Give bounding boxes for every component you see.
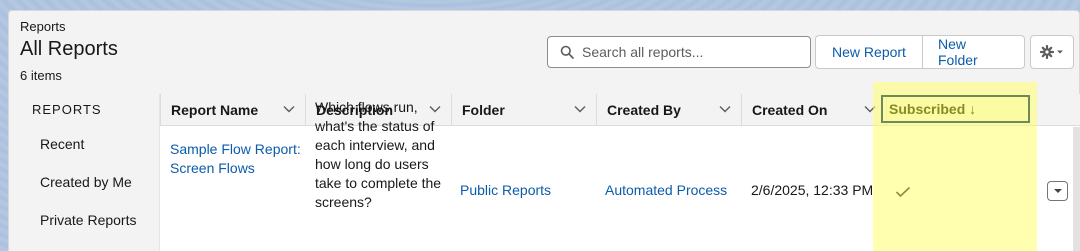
report-name-link-line-1[interactable]: Sample Flow Report: xyxy=(170,140,301,159)
description-cell: Which flows run, what's the status of ea… xyxy=(315,98,455,212)
chevron-down-icon xyxy=(1053,189,1062,193)
new-folder-button[interactable]: New Folder xyxy=(922,36,1024,68)
table-scrollbar[interactable] xyxy=(1073,127,1080,251)
column-header-label: Created By xyxy=(607,102,681,118)
column-header-report-name[interactable]: Report Name xyxy=(160,94,305,126)
sidebar-item-created-by-me[interactable]: Created by Me xyxy=(40,174,132,190)
description-line: Which flows run, xyxy=(315,99,418,115)
item-count: 6 items xyxy=(20,68,62,83)
header-button-group: New Report New Folder xyxy=(815,35,1025,69)
gear-icon xyxy=(1040,45,1054,59)
chevron-down-icon xyxy=(1057,50,1063,54)
search-icon xyxy=(560,45,574,59)
description-line: each interview, and xyxy=(315,137,435,153)
description-line: what's the status of xyxy=(315,118,435,134)
checkmark-icon xyxy=(895,186,911,198)
column-header-label: Folder xyxy=(462,102,505,118)
column-header-created-by[interactable]: Created By xyxy=(596,94,741,126)
column-header-label: Created On xyxy=(752,102,828,118)
created-by-link[interactable]: Automated Process xyxy=(605,181,727,200)
description-line: take to complete the xyxy=(315,175,442,191)
sidebar-heading: REPORTS xyxy=(32,102,102,117)
chevron-down-icon[interactable] xyxy=(283,105,295,113)
table-row: Sample Flow Report: Screen Flows xyxy=(170,140,301,178)
chevron-down-icon[interactable] xyxy=(574,105,586,113)
search-input[interactable] xyxy=(582,44,802,60)
reports-sidebar: REPORTS Recent Created by Me Private Rep… xyxy=(9,94,160,251)
column-header-created-on[interactable]: Created On xyxy=(741,94,886,126)
settings-menu-button[interactable] xyxy=(1030,35,1074,69)
column-header-subscribed[interactable]: Subscribed ↓ xyxy=(881,95,1030,123)
column-header-label: Report Name xyxy=(171,102,259,118)
sidebar-item-private-reports[interactable]: Private Reports xyxy=(40,212,136,228)
report-name-link-line-2[interactable]: Screen Flows xyxy=(170,159,301,178)
breadcrumb[interactable]: Reports xyxy=(20,19,66,34)
sidebar-item-recent[interactable]: Recent xyxy=(40,136,84,152)
description-line: screens? xyxy=(315,194,372,210)
chevron-down-icon[interactable] xyxy=(719,105,731,113)
page-title: All Reports xyxy=(20,38,118,60)
new-report-button[interactable]: New Report xyxy=(816,36,922,68)
column-header-folder[interactable]: Folder xyxy=(451,94,596,126)
created-on-value: 2/6/2025, 12:33 PM xyxy=(751,182,874,198)
row-actions-button[interactable] xyxy=(1047,181,1068,201)
folder-link[interactable]: Public Reports xyxy=(460,181,551,200)
search-field[interactable] xyxy=(547,36,811,68)
description-line: how long do users xyxy=(315,156,429,172)
